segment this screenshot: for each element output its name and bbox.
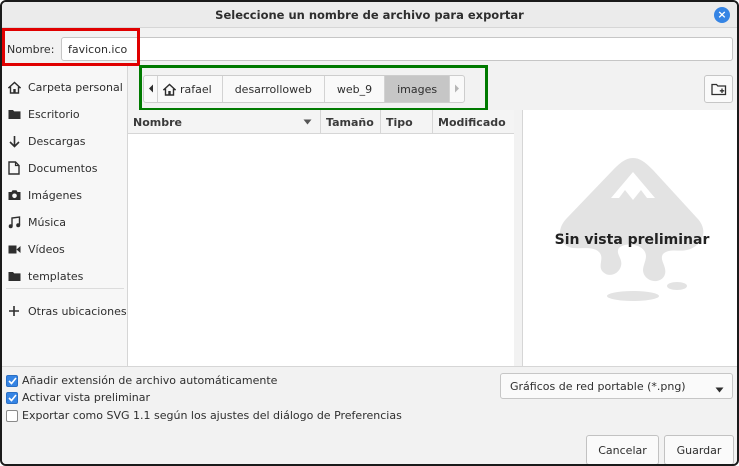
sidebar-item-label: Otras ubicaciones [28,304,127,318]
name-label: Nombre: [7,43,55,56]
sidebar-item-label: Imágenes [28,188,82,202]
options-area: Añadir extensión de archivo automáticame… [2,366,737,464]
sidebar-item-descargas[interactable]: Descargas [2,129,128,153]
option-auto-extension[interactable]: Añadir extensión de archivo automáticame… [6,374,277,387]
file-list[interactable]: Nombre Tamaño Tipo Modificado [128,110,514,366]
name-row: Nombre: [2,30,737,66]
option-enable-preview[interactable]: Activar vista preliminar [6,391,150,404]
sidebar-divider [6,288,124,289]
chevron-right-icon [454,83,460,96]
preview-pane: Sin vista preliminar [522,110,737,366]
export-svg11-checkbox[interactable] [6,409,18,422]
column-header-label: Modificado [438,115,506,129]
titlebar: Seleccione un nombre de archivo para exp… [2,2,737,28]
export-svg11-label: Exportar como SVG 1.1 según los ajustes … [22,409,402,422]
column-header-label: Tamaño [326,115,374,129]
column-header-label: Nombre [133,115,182,129]
breadcrumb-item-rafael[interactable]: rafael [158,76,223,102]
sidebar-item-musica[interactable]: Música [2,210,128,234]
save-button[interactable]: Guardar [664,435,734,464]
sidebar-item-escritorio[interactable]: Escritorio [2,102,128,126]
column-header-nombre[interactable]: Nombre [128,110,321,134]
cancel-button[interactable]: Cancelar [586,435,659,464]
camera-icon [7,188,21,202]
path-scroll-right-button[interactable] [450,76,464,102]
breadcrumb-label: images [397,82,438,96]
breadcrumb-label: rafael [180,82,212,96]
sidebar-item-templates[interactable]: templates [2,264,128,288]
home-icon [7,80,21,94]
option-export-svg11[interactable]: Exportar como SVG 1.1 según los ajustes … [6,409,402,422]
pane-separator[interactable] [514,110,522,366]
breadcrumb-label: web_9 [336,82,373,96]
download-icon [7,134,21,148]
close-button[interactable]: × [714,7,730,23]
preview-placeholder-text: Sin vista preliminar [554,232,710,248]
close-icon: × [717,8,727,21]
column-header-modificado[interactable]: Modificado [433,110,514,134]
sidebar-item-documentos[interactable]: Documentos [2,156,128,180]
auto-extension-checkbox[interactable] [6,374,18,387]
auto-extension-label: Añadir extensión de archivo automáticame… [22,374,278,387]
breadcrumb-label: desarrolloweb [234,82,312,96]
music-icon [7,215,21,229]
column-header-label: Tipo [386,115,413,129]
enable-preview-checkbox[interactable] [6,391,18,404]
dialog-title: Seleccione un nombre de archivo para exp… [215,8,524,22]
sidebar-item-label: Documentos [28,161,98,175]
new-folder-icon [710,82,727,96]
breadcrumb: rafael desarrolloweb web_9 images [143,75,466,103]
home-icon [163,83,176,96]
file-list-header: Nombre Tamaño Tipo Modificado [128,110,514,134]
folder-icon [7,107,21,121]
new-folder-button[interactable] [704,75,733,103]
folder-icon [7,269,21,283]
breadcrumb-item-desarrolloweb[interactable]: desarrolloweb [223,76,325,102]
sidebar-item-label: Carpeta personal [28,80,123,94]
chevron-down-icon [715,383,724,396]
sort-descending-icon [303,119,312,125]
places-sidebar: Carpeta personal Escritorio Descargas Do… [2,66,128,366]
file-type-select[interactable]: Gráficos de red portable (*.png) [500,373,733,399]
sidebar-item-home[interactable]: Carpeta personal [2,75,128,99]
path-scroll-left-button[interactable] [144,76,158,102]
filename-input[interactable] [61,37,733,61]
video-icon [7,242,21,256]
sidebar-item-label: Escritorio [28,107,80,121]
sidebar-item-otras-ubicaciones[interactable]: Otras ubicaciones [2,299,128,323]
breadcrumb-item-images[interactable]: images [385,76,451,102]
sidebar-item-videos[interactable]: Vídeos [2,237,128,261]
sidebar-item-label: Vídeos [28,242,65,256]
checkmark-icon [7,393,17,402]
plus-icon [7,304,21,318]
document-icon [7,161,21,175]
sidebar-item-label: templates [28,269,84,283]
chevron-left-icon [148,83,154,96]
sidebar-item-label: Descargas [28,134,86,148]
enable-preview-label: Activar vista preliminar [22,391,151,404]
export-dialog: Seleccione un nombre de archivo para exp… [0,0,739,466]
column-header-tamano[interactable]: Tamaño [321,110,381,134]
sidebar-item-imagenes[interactable]: Imágenes [2,183,128,207]
file-type-selected: Gráficos de red portable (*.png) [510,379,686,393]
sidebar-item-label: Música [28,215,67,229]
column-header-tipo[interactable]: Tipo [381,110,433,134]
checkmark-icon [7,376,17,385]
breadcrumb-item-web-9[interactable]: web_9 [325,76,386,102]
